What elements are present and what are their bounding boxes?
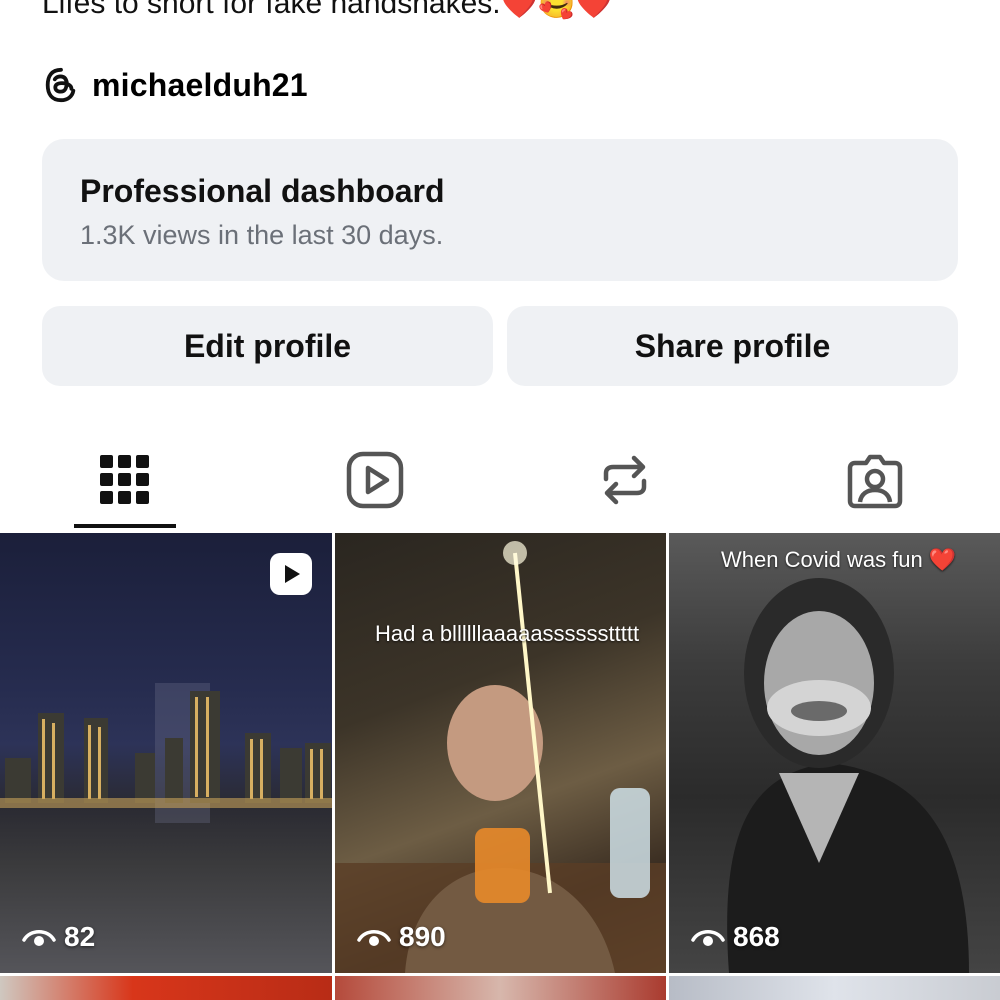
eye-icon bbox=[22, 930, 56, 946]
view-count-value: 82 bbox=[64, 921, 96, 952]
bio-emoji: ❤️🥰❤️ bbox=[500, 0, 613, 20]
post-caption: Had a bllllllaaaaassssssttttt bbox=[375, 621, 640, 646]
view-count: 82 bbox=[22, 921, 95, 953]
eye-icon bbox=[357, 930, 391, 946]
profile-tab-bar bbox=[0, 430, 1000, 530]
post-thumbnail[interactable]: 82 bbox=[0, 533, 332, 973]
reposts-icon bbox=[603, 455, 647, 505]
threads-handle: michaelduh21 bbox=[92, 66, 308, 103]
dashboard-title: Professional dashboard bbox=[80, 173, 445, 209]
view-count-value: 868 bbox=[733, 921, 780, 952]
edit-profile-button[interactable]: Edit profile bbox=[42, 306, 493, 386]
view-count-value: 890 bbox=[399, 921, 446, 952]
post-thumbnail[interactable] bbox=[335, 976, 666, 1000]
grid-icon bbox=[100, 455, 149, 504]
post-thumbnail[interactable] bbox=[669, 976, 1000, 1000]
share-profile-button[interactable]: Share profile bbox=[507, 306, 958, 386]
dashboard-subtitle: 1.3K views in the last 30 days. bbox=[80, 220, 444, 250]
view-count: 868 bbox=[691, 921, 780, 953]
reels-icon bbox=[346, 451, 404, 509]
tagged-icon bbox=[847, 454, 903, 509]
tab-reposts[interactable] bbox=[500, 430, 750, 530]
tab-tagged[interactable] bbox=[750, 430, 1000, 530]
active-tab-indicator bbox=[74, 524, 176, 528]
tab-reels[interactable] bbox=[250, 430, 500, 530]
bio-line: Lifes to short for fake handshakes. bbox=[42, 0, 501, 20]
professional-dashboard-card[interactable]: Professional dashboard 1.3K views in the… bbox=[42, 139, 958, 281]
threads-link[interactable]: michaelduh21 bbox=[42, 66, 308, 104]
bio-text: Lifes to short for fake handshakes.❤️🥰❤️ bbox=[42, 0, 613, 21]
tab-posts-grid[interactable] bbox=[0, 430, 250, 530]
celebration-photo bbox=[335, 541, 666, 973]
post-thumbnail[interactable]: Had a bllllllaaaaassssssttttt 890 bbox=[335, 533, 666, 973]
post-thumbnail[interactable] bbox=[0, 976, 332, 1000]
portrait-photo bbox=[727, 578, 969, 973]
reel-badge bbox=[270, 553, 312, 595]
post-caption: When Covid was fun ❤️ bbox=[721, 547, 957, 572]
eye-icon bbox=[691, 930, 725, 946]
view-count: 890 bbox=[357, 921, 446, 953]
post-thumbnail[interactable]: When Covid was fun ❤️ 868 bbox=[669, 533, 1000, 973]
threads-icon bbox=[45, 67, 76, 103]
play-icon bbox=[285, 565, 300, 583]
city-skyline-image bbox=[0, 683, 332, 823]
